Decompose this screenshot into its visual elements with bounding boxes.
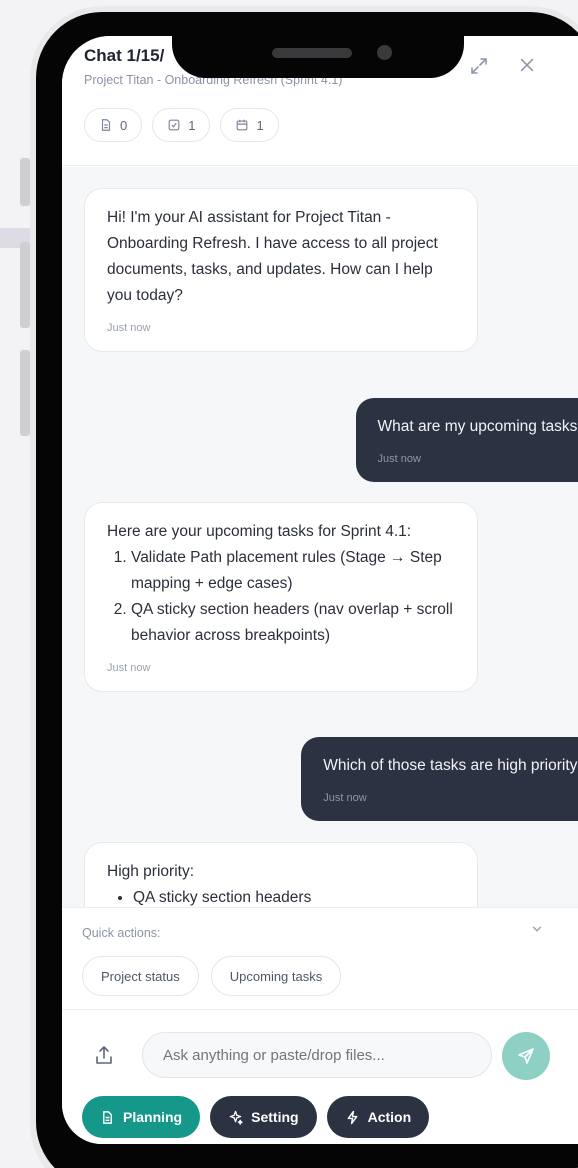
mode-planning-button[interactable]: Planning xyxy=(82,1096,201,1138)
composer: Planning Setting Action xyxy=(62,1009,578,1144)
chat-screen: Chat 1/15/ Project Titan - Onboarding Re… xyxy=(62,36,578,1144)
sparkle-icon xyxy=(229,1110,243,1125)
message-text: What are my upcoming tasks? xyxy=(377,418,578,435)
bolt-icon xyxy=(347,1110,357,1124)
quick-actions-row: Project status Upcoming tasks xyxy=(82,956,342,996)
events-chip[interactable]: 1 xyxy=(220,108,279,142)
tasks-chip[interactable]: 1 xyxy=(152,108,211,142)
device-mockup: Chat 1/15/ Project Titan - Onboarding Re… xyxy=(0,0,578,1168)
documents-chip[interactable]: 0 xyxy=(84,108,143,142)
quick-action-upcoming-tasks[interactable]: Upcoming tasks xyxy=(210,956,342,996)
documents-count: 0 xyxy=(120,117,128,133)
chevron-down-icon[interactable] xyxy=(530,922,544,939)
message-time: Just now xyxy=(107,322,151,334)
phone-side-button xyxy=(20,242,30,328)
checkbox-icon xyxy=(168,119,180,131)
camera xyxy=(377,45,392,60)
task-item: Validate Path placement rules (Stage → S… xyxy=(131,545,455,597)
upload-icon[interactable] xyxy=(94,1044,116,1068)
quick-actions: Quick actions: Project status Upcoming t… xyxy=(62,907,578,1009)
context-chips: 0 1 1 xyxy=(84,108,279,142)
quick-actions-label: Quick actions: xyxy=(82,926,161,940)
message-time: Just now xyxy=(377,453,421,465)
events-count: 1 xyxy=(256,117,264,133)
message-list[interactable]: Hi! I'm your AI assistant for Project Ti… xyxy=(62,167,578,907)
send-button[interactable] xyxy=(502,1032,550,1080)
close-icon[interactable] xyxy=(516,56,538,78)
mode-label: Setting xyxy=(251,1109,299,1125)
message-time: Just now xyxy=(107,662,151,674)
message-text: Hi! I'm your AI assistant for Project Ti… xyxy=(107,209,438,304)
expand-icon[interactable] xyxy=(468,56,490,78)
document-icon xyxy=(103,1110,112,1124)
priority-item: QA sticky section headers xyxy=(133,885,455,907)
mode-action-button[interactable]: Action xyxy=(326,1096,430,1138)
task-item: QA sticky section headers (nav overlap +… xyxy=(131,597,455,649)
mode-label: Planning xyxy=(123,1109,183,1125)
calendar-icon xyxy=(237,119,248,131)
priority-list: QA sticky section headers xyxy=(107,885,455,907)
mode-label: Action xyxy=(367,1109,412,1125)
chat-title: Chat 1/15/ xyxy=(84,46,165,65)
assistant-message: High priority: QA sticky section headers xyxy=(84,842,478,907)
message-input[interactable] xyxy=(142,1032,492,1078)
user-message: What are my upcoming tasks? Just now xyxy=(355,398,578,482)
mode-setting-button[interactable]: Setting xyxy=(210,1096,317,1138)
user-message: Which of those tasks are high priority? … xyxy=(301,737,578,821)
assistant-message: Here are your upcoming tasks for Sprint … xyxy=(84,502,478,692)
message-intro: High priority: xyxy=(107,863,194,880)
assistant-message: Hi! I'm your AI assistant for Project Ti… xyxy=(84,188,478,352)
mode-switcher: Planning Setting Action xyxy=(82,1096,430,1138)
send-icon xyxy=(518,1048,534,1064)
task-list: Validate Path placement rules (Stage → S… xyxy=(107,545,455,649)
phone-side-button xyxy=(20,158,30,206)
speaker xyxy=(272,48,352,58)
message-intro: Here are your upcoming tasks for Sprint … xyxy=(107,523,412,540)
message-text: Which of those tasks are high priority? xyxy=(323,757,578,774)
phone-notch xyxy=(172,12,464,78)
document-icon xyxy=(101,119,111,131)
phone-side-button xyxy=(20,350,30,436)
message-time: Just now xyxy=(323,792,367,804)
quick-action-project-status[interactable]: Project status xyxy=(82,956,199,996)
tasks-count: 1 xyxy=(188,117,196,133)
